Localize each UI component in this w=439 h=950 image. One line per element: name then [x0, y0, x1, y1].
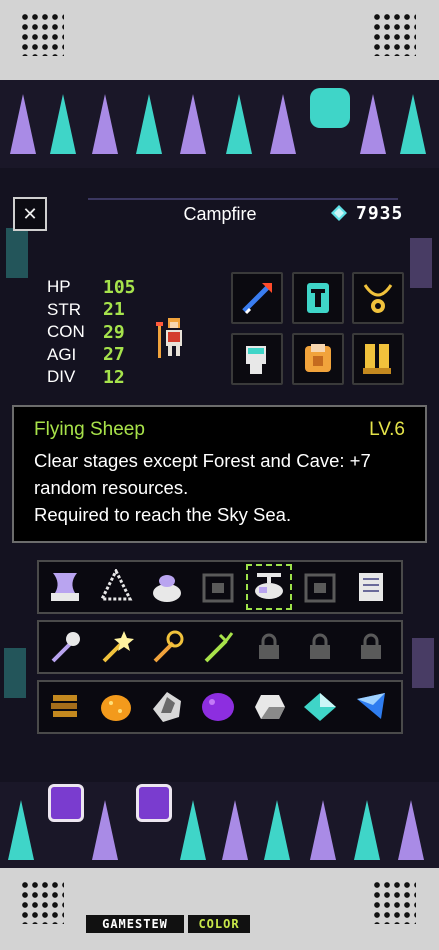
- purple-ore-icon: [202, 693, 234, 721]
- speaker-grille-top-left: [20, 12, 64, 56]
- speaker-grille-bottom-left: [20, 880, 64, 924]
- stat-value: 27: [103, 344, 125, 366]
- inventory-row-resources: [37, 680, 403, 734]
- inventory-row-staffs: [37, 620, 403, 674]
- item-slot[interactable]: [145, 625, 189, 669]
- inventory-row-tools: [37, 560, 403, 614]
- close-button[interactable]: ✕: [13, 197, 47, 231]
- lock-icon: [361, 633, 381, 659]
- item-name: Flying Sheep: [34, 419, 145, 440]
- brand-logo-gamestew: GAMESTEW: [86, 915, 184, 933]
- stat-value: 105: [103, 276, 136, 298]
- stat-label: AGI: [47, 344, 77, 364]
- item-slot-selected[interactable]: [246, 564, 292, 610]
- item-slot[interactable]: [145, 685, 189, 729]
- stat-row-con: CON 29: [47, 321, 136, 344]
- item-slot[interactable]: [43, 565, 87, 609]
- item-slot[interactable]: [196, 625, 240, 669]
- stat-label: DIV: [47, 367, 76, 387]
- helmet-icon: [307, 283, 329, 313]
- cauldron-icon: [153, 575, 181, 602]
- equip-slot-gloves[interactable]: [231, 333, 283, 385]
- lock-icon: [310, 633, 330, 659]
- stats-panel: HP 105 STR 21 CON 29 AGI 27 DIV 12: [47, 276, 136, 389]
- item-slot[interactable]: [43, 685, 87, 729]
- ship-icon: [51, 573, 79, 601]
- potion-jar: [48, 784, 84, 822]
- stone-ore-icon: [153, 692, 181, 722]
- orange-ore-icon: [101, 695, 131, 721]
- item-slot[interactable]: [94, 625, 138, 669]
- item-slot[interactable]: [94, 565, 138, 609]
- amulet-icon: [363, 284, 393, 313]
- item-slot[interactable]: [349, 565, 393, 609]
- gauntlet-icon: [246, 346, 266, 374]
- close-icon: ✕: [22, 203, 38, 225]
- crate-locked-icon: [202, 573, 234, 603]
- equip-slot-boots[interactable]: [352, 333, 404, 385]
- stat-row-div: DIV 12: [47, 366, 136, 389]
- armor-icon: [305, 344, 331, 372]
- gem-count: 7935: [356, 203, 404, 224]
- cyan-boulder: [310, 88, 350, 128]
- equip-slot-weapon[interactable]: [231, 272, 283, 324]
- item-slot[interactable]: [196, 685, 240, 729]
- item-slot[interactable]: [43, 625, 87, 669]
- stat-label: STR: [47, 299, 81, 319]
- wood-icon: [51, 695, 77, 717]
- description-line: Clear stages except Forest and Cave: +7: [34, 450, 371, 471]
- scroll-icon: [359, 573, 383, 601]
- forest-top: [0, 80, 439, 170]
- description-line: Required to reach the Sky Sea.: [34, 504, 292, 525]
- stat-label: CON: [47, 322, 85, 342]
- trident-icon: [204, 632, 234, 663]
- blue-gem-icon: [357, 693, 385, 719]
- equip-slot-amulet[interactable]: [352, 272, 404, 324]
- lock-icon: [259, 633, 279, 659]
- boots-icon: [363, 344, 391, 374]
- stat-row-hp: HP 105: [47, 276, 136, 299]
- item-tooltip: Flying Sheep LV.6 Clear stages except Fo…: [12, 405, 427, 543]
- equip-slot-helmet[interactable]: [292, 272, 344, 324]
- stat-label: HP: [47, 277, 71, 297]
- stat-value: 29: [103, 321, 125, 343]
- cyan-gem-icon: [304, 693, 336, 721]
- item-slot-locked[interactable]: [247, 625, 291, 669]
- crate-locked-icon: [304, 573, 336, 603]
- device-bezel-top: [0, 0, 439, 80]
- item-slot-locked[interactable]: [298, 625, 342, 669]
- page-title: Campfire: [183, 204, 257, 224]
- net-icon: [99, 569, 133, 601]
- device-bezel-bottom: [0, 868, 439, 950]
- potion-jar: [136, 784, 172, 822]
- spear-icon: [242, 283, 272, 315]
- silver-ore-icon: [255, 695, 285, 719]
- key-staff-icon: [153, 630, 184, 663]
- item-slot[interactable]: [247, 685, 291, 729]
- stat-row-agi: AGI 27: [47, 344, 136, 367]
- item-slot[interactable]: [145, 565, 189, 609]
- item-slot[interactable]: [196, 565, 240, 609]
- description-line: random resources.: [34, 477, 189, 498]
- stat-value: 12: [103, 366, 125, 388]
- item-slot[interactable]: [349, 685, 393, 729]
- item-level: LV.6: [369, 419, 405, 440]
- speaker-grille-bottom-right: [372, 880, 416, 924]
- equip-slot-armor[interactable]: [292, 333, 344, 385]
- brand-logo-color: COLOR: [188, 915, 250, 933]
- stat-value: 21: [103, 299, 125, 321]
- item-slot-locked[interactable]: [349, 625, 393, 669]
- flying-sheep-icon: [255, 573, 283, 599]
- stat-row-str: STR 21: [47, 299, 136, 322]
- item-slot[interactable]: [298, 565, 342, 609]
- hero-sprite: [156, 318, 182, 358]
- item-slot[interactable]: [298, 685, 342, 729]
- star-wand-icon: [102, 631, 134, 663]
- item-slot[interactable]: [94, 685, 138, 729]
- speaker-grille-top-right: [372, 12, 416, 56]
- diamond-icon: [331, 205, 347, 221]
- skull-staff-icon: [51, 632, 80, 663]
- item-description: Clear stages except Forest and Cave: +7 …: [34, 447, 414, 528]
